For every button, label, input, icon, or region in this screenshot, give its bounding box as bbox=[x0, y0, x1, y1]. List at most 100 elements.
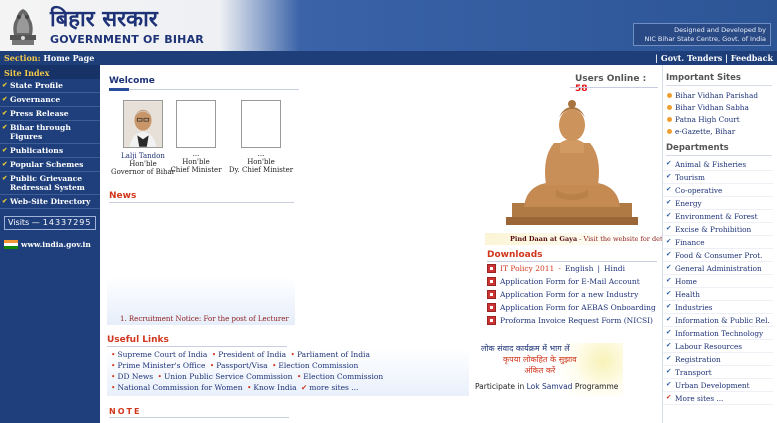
news-item[interactable]: 1. Recruitment Notice: For the post of L… bbox=[120, 315, 295, 323]
note-title: NOTE bbox=[109, 407, 142, 416]
main-content: Welcome Users Online : 58 Lalji Tandon H… bbox=[100, 65, 680, 423]
link-upsc[interactable]: Union Public Service Commission bbox=[164, 372, 292, 381]
link-president[interactable]: President of India bbox=[218, 350, 286, 359]
sidebar-item-publications[interactable]: Publications bbox=[0, 144, 100, 158]
download-industry-form[interactable]: Application Form for a new Industry bbox=[487, 290, 662, 299]
samvad-link[interactable]: Lok Samvad bbox=[527, 382, 573, 391]
buddha-statue-image[interactable] bbox=[506, 95, 638, 225]
download-label: Application Form for E-Mail Account bbox=[500, 277, 640, 286]
gaya-title: Pind Daan at Gaya bbox=[510, 235, 578, 243]
link-parliament[interactable]: Parliament of India bbox=[297, 350, 370, 359]
samvad-participate: Participate in Lok Samvad Programme bbox=[475, 382, 618, 391]
site-bihar-vidhan-parishad[interactable]: Bihar Vidhan Parishad bbox=[663, 89, 777, 101]
deputy-cm-name: ... bbox=[257, 150, 265, 158]
link-pmo[interactable]: Prime Minister's Office bbox=[117, 361, 205, 370]
feedback-link[interactable]: Feedback bbox=[731, 53, 773, 63]
section-page: Home Page bbox=[43, 53, 95, 63]
dept-more-sites[interactable]: More sites ... bbox=[663, 392, 773, 405]
deputy-cm-role: Dy. Chief Minister bbox=[228, 166, 294, 174]
dept-food-consumer[interactable]: Food & Consumer Prot. bbox=[663, 249, 773, 262]
link-dd-news[interactable]: DD News bbox=[117, 372, 153, 381]
it-policy-pipe: | bbox=[597, 264, 600, 273]
dept-labour-resources[interactable]: Labour Resources bbox=[663, 340, 773, 353]
dept-industries[interactable]: Industries bbox=[663, 301, 773, 314]
section-prefix: Section: bbox=[4, 53, 41, 63]
deputy-cm-honble: Hon'ble bbox=[247, 158, 275, 166]
download-aebas-form[interactable]: Application Form for AEBAS Onboarding bbox=[487, 303, 662, 312]
samvad-line3: अंकित करें bbox=[524, 366, 556, 375]
link-supreme-court[interactable]: Supreme Court of India bbox=[117, 350, 207, 359]
dept-animal-fisheries[interactable]: Animal & Fisheries bbox=[663, 158, 773, 171]
useful-links-box: • Supreme Court of India • President of In… bbox=[107, 348, 469, 396]
important-sites-title: Important Sites bbox=[666, 73, 772, 86]
site-e-gazette[interactable]: e-Gazette, Bihar bbox=[663, 125, 777, 137]
link-ncw[interactable]: National Commission for Women bbox=[117, 383, 242, 392]
dept-health[interactable]: Health bbox=[663, 288, 773, 301]
users-online-count: 58 bbox=[575, 84, 588, 94]
site-header: बिहार सरकार GOVERNMENT OF BIHAR Designed… bbox=[0, 0, 777, 51]
india-flag-icon bbox=[4, 240, 18, 249]
pdf-icon bbox=[487, 303, 496, 312]
departments-title: Departments bbox=[666, 143, 772, 156]
sidebar-item-public-grievance[interactable]: Public Grievance Redressal System bbox=[0, 172, 100, 195]
pdf-icon bbox=[487, 277, 496, 286]
download-label: Proforma Invoice Request Form (NICSI) bbox=[500, 316, 653, 325]
designed-by-box: Designed and Developed by NIC Bihar Stat… bbox=[633, 23, 771, 46]
note-divider bbox=[109, 417, 289, 418]
it-policy-english-link[interactable]: English bbox=[565, 264, 594, 273]
lok-samvad-banner[interactable]: लोक संवाद कार्यक्रम में भाग लें कृपया लो… bbox=[473, 343, 623, 396]
site-title-hindi: बिहार सरकार bbox=[50, 7, 158, 32]
downloads-divider bbox=[487, 261, 657, 262]
link-more-sites[interactable]: more sites ... bbox=[309, 383, 358, 392]
govt-tenders-link[interactable]: Govt. Tenders bbox=[661, 53, 722, 63]
designed-by-line2: NIC Bihar State Centre, Govt. of India bbox=[644, 35, 766, 43]
users-online: Users Online : 58 bbox=[575, 74, 660, 94]
link-election-commission[interactable]: Election Commission bbox=[278, 361, 358, 370]
dept-registration[interactable]: Registration bbox=[663, 353, 773, 366]
download-label: Application Form for a new Industry bbox=[500, 290, 639, 299]
dept-finance[interactable]: Finance bbox=[663, 236, 773, 249]
sidebar-item-bihar-through-figures[interactable]: Bihar through Figures bbox=[0, 121, 100, 144]
link-passport[interactable]: Passport/Visa bbox=[216, 361, 267, 370]
link-election-commission-2[interactable]: Election Commission bbox=[303, 372, 383, 381]
news-title: News bbox=[109, 191, 137, 201]
pdf-icon bbox=[487, 264, 496, 273]
download-it-policy: IT Policy 2011 - English | Hindi bbox=[487, 264, 662, 273]
india-gov-link[interactable]: www.india.gov.in bbox=[4, 240, 96, 249]
samvad-line2: कृपया लोकहित के सुझाव bbox=[503, 355, 577, 364]
dept-information-technology[interactable]: Information Technology bbox=[663, 327, 773, 340]
sidebar-item-press-release[interactable]: Press Release bbox=[0, 107, 100, 121]
it-policy-hindi-link[interactable]: Hindi bbox=[604, 264, 625, 273]
dept-home[interactable]: Home bbox=[663, 275, 773, 288]
deputy-cm-photo bbox=[241, 100, 281, 148]
site-bihar-vidhan-sabha[interactable]: Bihar Vidhan Sabha bbox=[663, 101, 777, 113]
link-know-india[interactable]: Know India bbox=[253, 383, 296, 392]
dept-urban-development[interactable]: Urban Development bbox=[663, 379, 773, 392]
sidebar-item-popular-schemes[interactable]: Popular Schemes bbox=[0, 158, 100, 172]
dept-information-public-rel[interactable]: Information & Public Rel. bbox=[663, 314, 773, 327]
pind-daan-gaya-link[interactable]: Pind Daan at Gaya - Visit the website fo… bbox=[485, 233, 680, 245]
visits-label: Visits bbox=[8, 218, 30, 227]
site-patna-high-court[interactable]: Patna High Court bbox=[663, 113, 777, 125]
sidebar-item-state-profile[interactable]: State Profile bbox=[0, 79, 100, 93]
dept-transport[interactable]: Transport bbox=[663, 366, 773, 379]
useful-links-row: • National Commission for Women • Know Ind… bbox=[111, 383, 359, 392]
site-title-english: GOVERNMENT OF BIHAR bbox=[50, 33, 204, 46]
visits-count: 14337295 bbox=[42, 218, 92, 227]
dept-excise-prohibition[interactable]: Excise & Prohibition bbox=[663, 223, 773, 236]
chief-minister-photo bbox=[176, 100, 216, 148]
download-email-form[interactable]: Application Form for E-Mail Account bbox=[487, 277, 662, 286]
india-gov-label: www.india.gov.in bbox=[21, 240, 91, 249]
sidebar-item-website-directory[interactable]: Web-Site Directory bbox=[0, 195, 100, 209]
welcome-divider bbox=[109, 88, 299, 91]
dept-energy[interactable]: Energy bbox=[663, 197, 773, 210]
sidebar-item-governance[interactable]: Governance bbox=[0, 93, 100, 107]
section-bar: Section: Home Page | Govt. Tenders | Fee… bbox=[0, 51, 777, 65]
dept-general-administration[interactable]: General Administration bbox=[663, 262, 773, 275]
download-nicsi-form[interactable]: Proforma Invoice Request Form (NICSI) bbox=[487, 316, 662, 325]
dept-environment-forest[interactable]: Environment & Forest bbox=[663, 210, 773, 223]
download-label: Application Form for AEBAS Onboarding bbox=[500, 303, 656, 312]
dept-tourism[interactable]: Tourism bbox=[663, 171, 773, 184]
dept-co-operative[interactable]: Co-operative bbox=[663, 184, 773, 197]
pdf-icon bbox=[487, 316, 496, 325]
